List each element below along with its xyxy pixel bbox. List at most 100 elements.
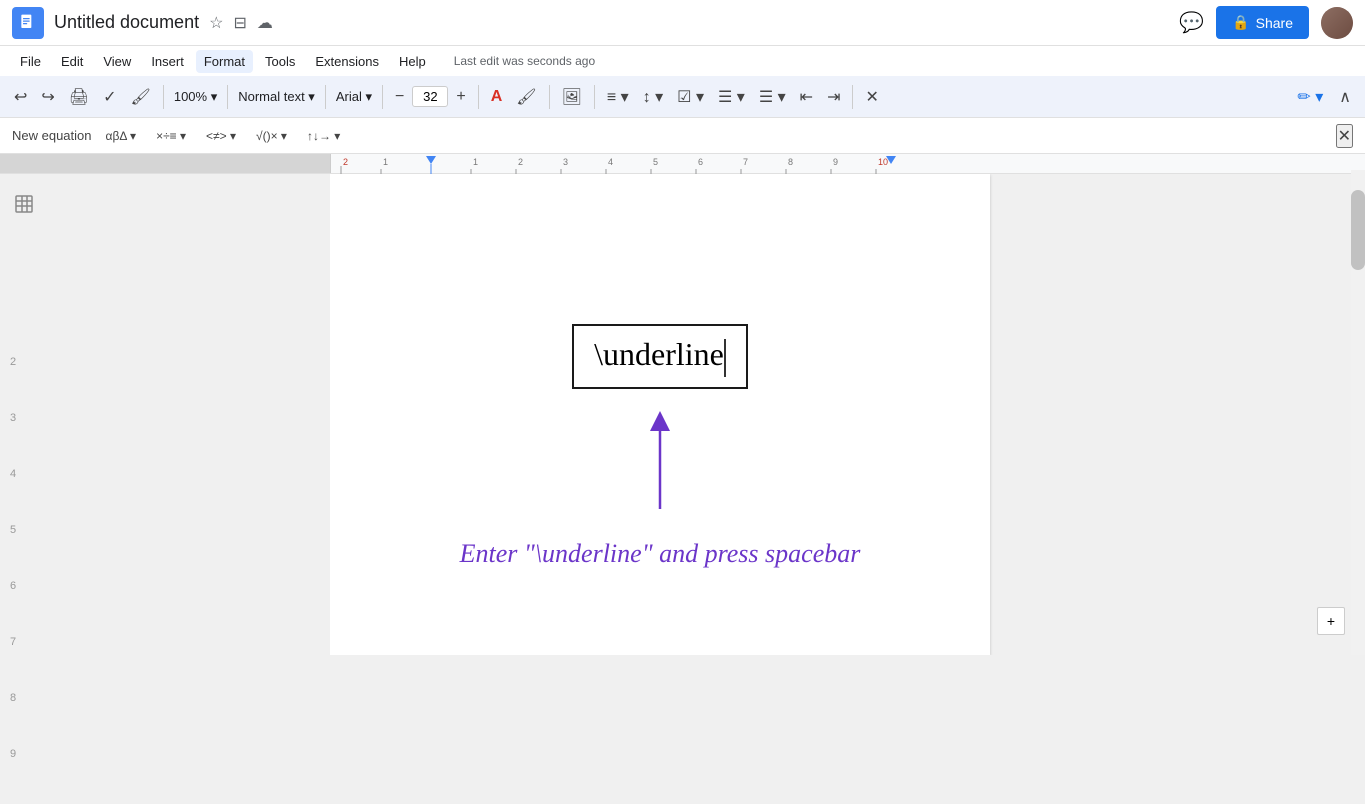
edit-mode-button[interactable]: ✏ ▾ — [1291, 83, 1329, 111]
align-button[interactable]: ≡ ▾ — [601, 83, 635, 111]
numbered-button[interactable]: ☰ ▾ — [753, 83, 792, 111]
svg-text:10: 10 — [878, 157, 888, 167]
annotation-area: Enter "\underline" and press spacebar — [460, 409, 861, 569]
svg-text:2: 2 — [518, 157, 523, 167]
spell-button[interactable]: ✓ — [97, 83, 122, 111]
instruction-text: Enter "\underline" and press spacebar — [460, 539, 861, 569]
separator-7 — [594, 85, 595, 109]
star-icon[interactable]: ☆ — [209, 13, 223, 33]
main-layout: 2 3 4 5 6 7 8 9 \underline — [0, 174, 1365, 655]
equation-content-area: \underline Enter "\underline" and press … — [460, 264, 861, 569]
eq-math-button[interactable]: √()× ▾ — [250, 127, 293, 145]
increase-font-button[interactable]: + — [450, 84, 471, 110]
title-bar: Untitled document ☆ ⊟ ☁ 💬 🔒 Share — [0, 0, 1365, 46]
eq-relations-button[interactable]: <≠> ▾ — [200, 127, 242, 145]
equation-cursor — [724, 339, 726, 377]
svg-text:6: 6 — [698, 157, 703, 167]
decrease-font-button[interactable]: − — [389, 84, 410, 110]
checklist-button[interactable]: ☑ ▾ — [671, 83, 710, 111]
page-num-8: 8 — [10, 692, 16, 748]
arrow-svg — [630, 409, 690, 529]
collapse-toolbar-button[interactable]: ∧ — [1333, 83, 1357, 111]
page-num-9: 9 — [10, 748, 16, 804]
menu-extensions[interactable]: Extensions — [307, 50, 387, 73]
menu-format[interactable]: Format — [196, 50, 253, 73]
indent-dec-button[interactable]: ⇤ — [794, 83, 819, 111]
page-num-7: 7 — [10, 636, 16, 692]
equation-box[interactable]: \underline — [572, 324, 748, 389]
font-size-value[interactable]: 32 — [412, 86, 448, 107]
bottom-right-nav: + — [1317, 607, 1345, 635]
nav-down-button[interactable]: + — [1317, 607, 1345, 635]
equation-group-2: ×÷≡ ▾ — [150, 127, 192, 145]
page-num-5: 5 — [10, 524, 16, 580]
scrollbar-track[interactable] — [1351, 170, 1365, 655]
eq-ops-button[interactable]: ×÷≡ ▾ — [150, 127, 192, 145]
separator-6 — [549, 85, 550, 109]
print-button[interactable]: 🖨 — [63, 83, 95, 111]
title-info: Untitled document ☆ ⊟ ☁ — [54, 12, 1179, 33]
font-select[interactable]: Arial ▾ — [332, 87, 376, 107]
separator-4 — [382, 85, 383, 109]
style-select[interactable]: Normal text ▾ — [234, 87, 319, 107]
bullets-button[interactable]: ☰ ▾ — [712, 83, 751, 111]
doc-area: \underline Enter "\underline" and press … — [330, 174, 1345, 655]
page-num-6: 6 — [10, 580, 16, 636]
app-icon — [12, 7, 44, 39]
equation-bar: New equation αβΔ ▾ ×÷≡ ▾ <≠> ▾ √()× ▾ ↑↓… — [0, 118, 1365, 154]
equation-label: New equation — [12, 128, 92, 143]
last-edit-status: Last edit was seconds ago — [454, 54, 595, 68]
menu-help[interactable]: Help — [391, 50, 434, 73]
svg-text:2: 2 — [343, 157, 348, 167]
equation-group-5: ↑↓→ ▾ — [301, 127, 346, 145]
menu-bar: File Edit View Insert Format Tools Exten… — [0, 46, 1365, 76]
bold-button[interactable]: A — [485, 84, 509, 110]
ruler-left-margin — [0, 154, 330, 173]
document-page[interactable]: \underline Enter "\underline" and press … — [330, 174, 990, 655]
menu-tools[interactable]: Tools — [257, 50, 303, 73]
share-lock-icon: 🔒 — [1232, 14, 1249, 31]
header-right: 💬 🔒 Share — [1179, 6, 1353, 39]
page-numbers: 2 3 4 5 6 7 8 9 — [10, 356, 16, 804]
ruler-content: 2 1 1 2 3 4 5 6 7 8 9 10 — [330, 154, 1365, 173]
image-button[interactable]: 🖼 — [556, 83, 588, 111]
eq-arrows-button[interactable]: ↑↓→ ▾ — [301, 127, 346, 145]
cloud-icon[interactable]: ☁ — [257, 13, 273, 33]
svg-text:3: 3 — [563, 157, 568, 167]
scrollbar-thumb[interactable] — [1351, 190, 1365, 270]
avatar[interactable] — [1321, 7, 1353, 39]
svg-text:5: 5 — [653, 157, 658, 167]
menu-edit[interactable]: Edit — [53, 50, 91, 73]
svg-text:9: 9 — [833, 157, 838, 167]
paint-button[interactable]: 🖌 — [125, 83, 157, 111]
eq-greek-button[interactable]: αβΔ ▾ — [100, 127, 143, 145]
menu-file[interactable]: File — [12, 50, 49, 73]
svg-text:7: 7 — [743, 157, 748, 167]
comment-button[interactable]: 💬 — [1179, 10, 1204, 35]
font-size-control: − 32 + — [389, 84, 472, 110]
text-color-button[interactable]: 🖌 — [510, 83, 542, 111]
zoom-select[interactable]: 100% ▾ — [170, 87, 221, 107]
undo-button[interactable]: ↩ — [8, 83, 33, 111]
menu-insert[interactable]: Insert — [143, 50, 192, 73]
line-spacing-button[interactable]: ↕ ▾ — [637, 83, 669, 111]
equation-group-4: √()× ▾ — [250, 127, 293, 145]
separator-5 — [478, 85, 479, 109]
redo-button[interactable]: ↪ — [35, 83, 60, 111]
svg-text:4: 4 — [608, 157, 613, 167]
share-button[interactable]: 🔒 Share — [1216, 6, 1309, 39]
equation-close-button[interactable]: ✕ — [1336, 124, 1353, 148]
table-icon[interactable] — [14, 194, 34, 219]
svg-text:1: 1 — [383, 157, 388, 167]
separator-3 — [325, 85, 326, 109]
clear-format-button[interactable]: ✕ — [859, 83, 884, 111]
page-num-3: 3 — [10, 412, 16, 468]
page-num-4: 4 — [10, 468, 16, 524]
indent-inc-button[interactable]: ⇥ — [821, 83, 846, 111]
equation-group-3: <≠> ▾ — [200, 127, 242, 145]
folder-icon[interactable]: ⊟ — [233, 13, 246, 33]
separator-1 — [163, 85, 164, 109]
svg-text:1: 1 — [473, 157, 478, 167]
doc-title[interactable]: Untitled document — [54, 12, 199, 33]
menu-view[interactable]: View — [95, 50, 139, 73]
